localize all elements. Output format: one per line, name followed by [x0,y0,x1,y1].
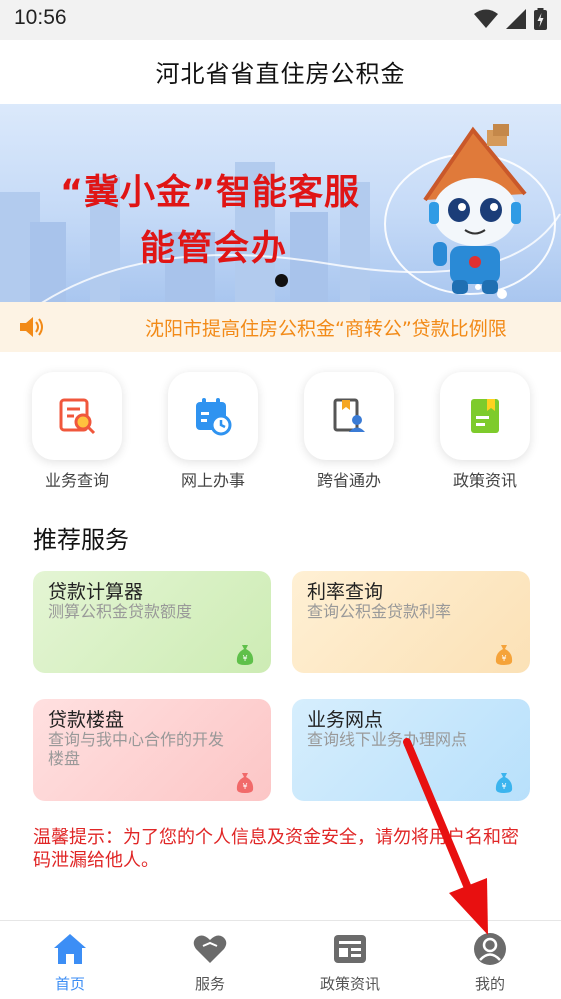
card-description: 查询线下业务办理网点 [307,730,468,749]
tab-label: 首页 [54,975,85,993]
loan-properties-card[interactable]: 贷款楼盘 查询与我中心合作的开发楼盘 ¥ [33,699,271,801]
heart-icon [193,935,227,963]
news-icon [334,935,366,963]
quick-action-label: 政策资讯 [452,471,517,490]
notice-bar[interactable]: 沈阳市提高住房公积金“商转公”贷款比例限 [0,302,561,352]
book-person-icon [333,398,365,432]
interest-rate-card[interactable]: 利率查询 查询公积金贷款利率 ¥ [292,571,530,673]
svg-text:¥: ¥ [242,782,247,791]
card-description: 查询公积金贷款利率 [307,602,452,621]
money-bag-icon: ¥ [495,645,513,665]
speaker-icon [20,317,43,337]
banner-carousel[interactable]: “冀小金”智能客服 能管会办 [0,104,561,302]
quick-actions: 业务查询 网上办事 跨省通办 政策资讯 [0,372,561,492]
document-bookmark-icon [471,399,499,433]
page-title: 河北省省直住房公积金 [155,60,406,88]
banner-headline: “冀小金”智能客服 [60,173,361,213]
recommended-section-title: 推荐服务 [33,526,129,554]
money-bag-icon: ¥ [236,645,254,665]
tab-label: 服务 [194,975,225,993]
banner-subheadline: 能管会办 [140,229,289,269]
mascot-icon [423,124,527,294]
quick-action-business-query[interactable]: 业务查询 [22,372,132,491]
quick-action-cross-province[interactable]: 跨省通办 [294,372,404,491]
svg-text:¥: ¥ [501,654,506,663]
tab-label: 我的 [474,975,505,993]
tab-policy-news[interactable]: 政策资讯 [305,931,395,994]
quick-action-tile[interactable] [32,372,122,460]
security-warning: 温馨提示：为了您的个人信息及资金安全，请勿将用户名和密码泄漏给他人。 [33,827,519,871]
money-bag-icon: ¥ [495,773,513,793]
calendar-clock-icon [196,398,232,436]
quick-action-tile[interactable] [440,372,530,460]
card-title: 业务网点 [307,709,384,731]
card-description: 测算公积金贷款额度 [48,602,193,621]
money-bag-icon: ¥ [236,773,254,793]
wifi-icon [474,9,498,28]
tab-home[interactable]: 首页 [25,931,115,994]
user-icon [474,933,506,965]
quick-action-label: 网上办事 [180,471,245,490]
search-doc-icon [59,398,96,435]
quick-action-tile[interactable] [168,372,258,460]
quick-action-label: 跨省通办 [316,471,381,490]
card-title: 贷款计算器 [48,581,144,603]
quick-action-online-service[interactable]: 网上办事 [158,372,268,491]
card-title: 利率查询 [307,581,384,603]
notice-marquee-text[interactable]: 沈阳市提高住房公积金“商转公”贷款比例限 [145,314,545,341]
status-icons [474,8,547,30]
loan-calculator-card[interactable]: 贷款计算器 测算公积金贷款额度 ¥ [33,571,271,673]
tab-services[interactable]: 服务 [165,931,255,994]
status-time: 10:56 [14,6,67,29]
home-icon [54,934,86,964]
quick-action-policy-news[interactable]: 政策资讯 [430,372,540,491]
bottom-tab-bar: 首页 服务 政策资讯 我的 [0,920,561,999]
svg-text:¥: ¥ [242,654,247,663]
battery-icon [534,8,547,30]
carousel-indicator[interactable] [275,274,288,287]
card-description: 查询与我中心合作的开发楼盘 [48,730,225,768]
app-header: 河北省省直住房公积金 [0,40,561,104]
quick-action-label: 业务查询 [44,471,109,490]
tab-mine[interactable]: 我的 [445,931,535,994]
service-outlets-card[interactable]: 业务网点 查询线下业务办理网点 ¥ [292,699,530,801]
svg-text:¥: ¥ [501,782,506,791]
quick-action-tile[interactable] [304,372,394,460]
tab-label: 政策资讯 [319,975,380,993]
status-bar: 10:56 [0,0,561,40]
signal-icon [506,9,526,29]
card-title: 贷款楼盘 [48,709,125,731]
